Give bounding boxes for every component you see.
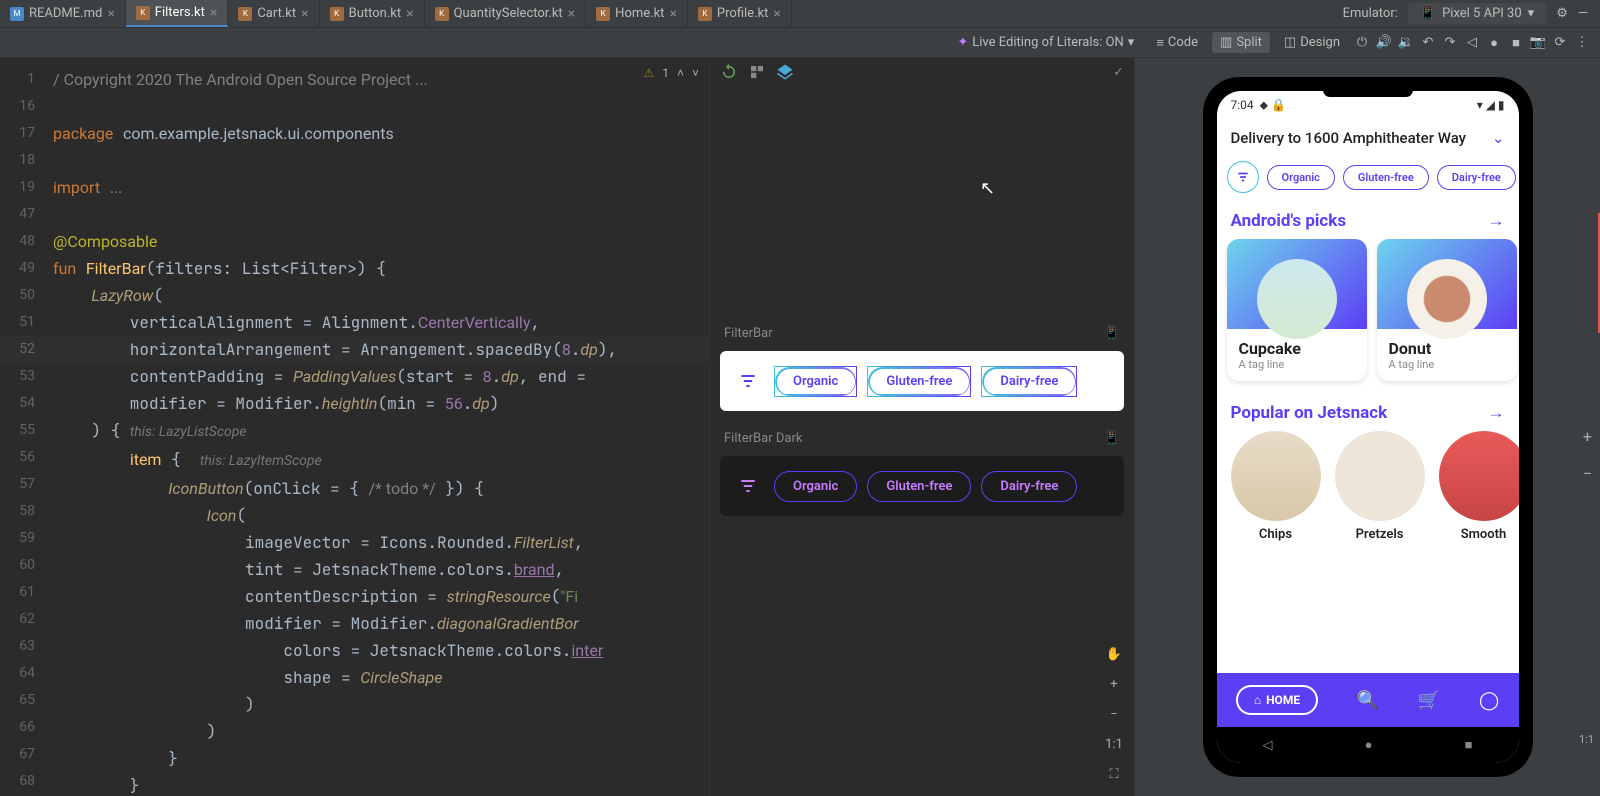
mouse-cursor: ↖	[980, 178, 995, 199]
zoom-actual-icon[interactable]: ⛶	[1102, 762, 1126, 786]
zoom-out-icon[interactable]: −	[1583, 464, 1592, 483]
chip-dairy[interactable]: Dairy-free	[981, 471, 1077, 502]
gear-icon[interactable]: ⚙	[1556, 6, 1568, 21]
nav-cart-icon[interactable]: 🛒	[1418, 690, 1440, 711]
view-design[interactable]: ◫ Design	[1276, 32, 1348, 53]
zoom-in-icon[interactable]: +	[1583, 427, 1592, 446]
view-code[interactable]: ≡ Code	[1148, 32, 1206, 54]
section-picks: Android's picks→	[1217, 203, 1519, 239]
power-icon[interactable]: ⏻	[1354, 35, 1370, 51]
line-gutter: 1161718194748495051525354555657585960616…	[0, 58, 45, 796]
card-donut[interactable]: DonutA tag line	[1377, 239, 1517, 381]
item-pretzels[interactable]: Pretzels	[1335, 431, 1425, 542]
item-smooth[interactable]: Smooth	[1439, 431, 1519, 542]
app-chip-dairy[interactable]: Dairy-free	[1437, 165, 1516, 190]
nav-home[interactable]: ⌂ HOME	[1236, 685, 1318, 715]
preview-label-dark: FilterBar Dark	[724, 431, 802, 446]
filter-icon-button[interactable]	[1227, 161, 1259, 193]
refresh-icon[interactable]: ⟳	[1552, 35, 1568, 51]
layers-icon[interactable]	[776, 63, 794, 81]
zoom-out-icon[interactable]: −	[1102, 702, 1126, 726]
chip-dairy[interactable]: Dairy-free	[981, 366, 1077, 397]
emulator-selector: Emulator: 📱Pixel 5 API 30▾ ⚙ —	[1331, 3, 1600, 24]
chip-organic[interactable]: Organic	[774, 471, 857, 502]
zoom-fit[interactable]: 1:1	[1102, 732, 1126, 756]
code-content[interactable]: / Copyright 2020 The Android Open Source…	[45, 58, 709, 796]
preview-label-light: FilterBar	[724, 326, 773, 341]
deploy-icon[interactable]: 📱	[1104, 326, 1120, 341]
overview-icon[interactable]: ●	[1486, 35, 1502, 51]
rotate-left-icon[interactable]: ↶	[1420, 35, 1436, 51]
tab-button[interactable]: KButton.kt×	[320, 0, 425, 27]
card-cupcake[interactable]: CupcakeA tag line	[1227, 239, 1367, 381]
compose-preview: ✓ ↖ FilterBar 📱 Organic Gluten-free Dairy…	[710, 58, 1135, 796]
preview-filterbar-dark: Organic Gluten-free Dairy-free	[720, 456, 1124, 516]
view-split[interactable]: ▥ Split	[1212, 32, 1270, 53]
rotate-right-icon[interactable]: ↷	[1442, 35, 1458, 51]
editor-tabs: MREADME.md× KFilters.kt× KCart.kt× KButt…	[0, 0, 1600, 28]
tab-readme[interactable]: MREADME.md×	[0, 0, 126, 27]
live-edit-toggle[interactable]: ✦Live Editing of Literals: ON▾	[957, 35, 1134, 50]
volume-up-icon[interactable]: 🔊	[1376, 35, 1392, 51]
device-dropdown[interactable]: 📱Pixel 5 API 30▾	[1408, 3, 1546, 24]
system-nav: ◁ ● ■	[1217, 727, 1519, 763]
more-icon[interactable]: ⋮	[1574, 35, 1590, 51]
interactive-icon[interactable]	[748, 63, 766, 81]
tab-home[interactable]: KHome.kt×	[586, 0, 688, 27]
tab-quantity[interactable]: KQuantitySelector.kt×	[425, 0, 587, 27]
minimize-icon[interactable]: —	[1578, 6, 1588, 21]
filter-icon-button[interactable]	[732, 365, 764, 397]
app-chip-organic[interactable]: Organic	[1267, 165, 1335, 190]
inspection-badge[interactable]: ⚠1˄˅	[643, 66, 699, 80]
code-editor[interactable]: 1161718194748495051525354555657585960616…	[0, 58, 710, 796]
screenshot-icon[interactable]: 📷	[1530, 35, 1546, 51]
tab-filters[interactable]: KFilters.kt×	[126, 0, 229, 27]
chip-organic[interactable]: Organic	[774, 366, 857, 397]
delivery-header[interactable]: Delivery to 1600 Amphitheater Way⌄	[1217, 119, 1519, 157]
item-chips[interactable]: Chips	[1231, 431, 1321, 542]
rebuild-icon[interactable]	[720, 63, 738, 81]
bottom-nav: ⌂ HOME 🔍 🛒 ◯	[1217, 673, 1519, 727]
preview-toolbar: ✦Live Editing of Literals: ON▾ ≡ Code ▥ …	[0, 28, 1600, 58]
filter-icon-button[interactable]	[732, 470, 764, 502]
chip-gluten[interactable]: Gluten-free	[867, 471, 971, 502]
section-popular: Popular on Jetsnack→	[1217, 395, 1519, 431]
chip-gluten[interactable]: Gluten-free	[867, 366, 971, 397]
sys-home-icon[interactable]: ●	[1365, 737, 1373, 753]
emulator-ratio[interactable]: 1:1	[1579, 733, 1594, 746]
tab-cart[interactable]: KCart.kt×	[228, 0, 319, 27]
preview-filterbar-light: Organic Gluten-free Dairy-free	[720, 351, 1124, 411]
phone-icon: 📱	[1420, 6, 1436, 21]
tab-profile[interactable]: KProfile.kt×	[688, 0, 792, 27]
sys-back-icon[interactable]: ◁	[1263, 738, 1273, 753]
arrow-right-icon[interactable]: →	[1488, 211, 1505, 231]
sys-overview-icon[interactable]: ■	[1465, 737, 1473, 753]
deploy-icon[interactable]: 📱	[1104, 431, 1120, 446]
nav-profile-icon[interactable]: ◯	[1479, 690, 1499, 711]
volume-down-icon[interactable]: 🔉	[1398, 35, 1414, 51]
pan-icon[interactable]: ✋	[1102, 642, 1126, 666]
app-filterbar: Organic Gluten-free Dairy-free	[1217, 157, 1519, 203]
check-icon: ✓	[1113, 65, 1124, 80]
emulator-zoom: + −	[1583, 427, 1592, 483]
emulator-panel: 7:04 ⬥ 🔒▾ ◢ ▮ Delivery to 1600 Amphithea…	[1135, 58, 1600, 796]
zoom-in-icon[interactable]: +	[1102, 672, 1126, 696]
preview-zoom-controls: ✋ + − 1:1 ⛶	[1102, 642, 1126, 786]
device-frame: 7:04 ⬥ 🔒▾ ◢ ▮ Delivery to 1600 Amphithea…	[1203, 77, 1533, 777]
nav-search-icon[interactable]: 🔍	[1357, 690, 1379, 711]
arrow-right-icon[interactable]: →	[1488, 403, 1505, 423]
app-chip-gluten[interactable]: Gluten-free	[1343, 165, 1429, 190]
back-icon[interactable]: ◁	[1464, 35, 1480, 51]
device-screen[interactable]: 7:04 ⬥ 🔒▾ ◢ ▮ Delivery to 1600 Amphithea…	[1217, 91, 1519, 763]
home-nav-icon[interactable]: ■	[1508, 35, 1524, 51]
